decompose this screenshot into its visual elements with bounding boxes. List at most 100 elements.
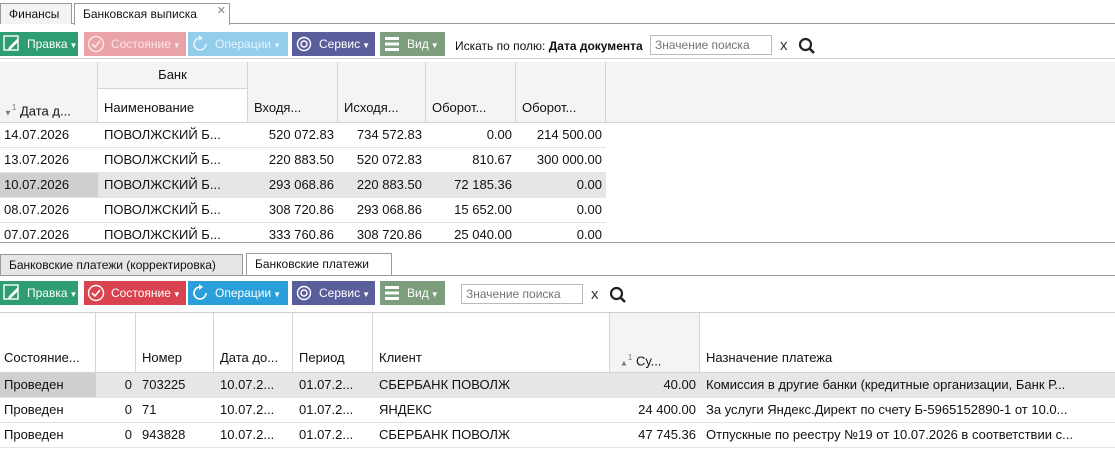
clear-search-button[interactable]: x [591, 286, 599, 303]
service-label: Сервис [319, 37, 361, 51]
table-row-selected[interactable]: Проведен 0 703225 10.07.2... 01.07.2... … [0, 373, 1115, 398]
cell-date: 10.07.2026 [0, 173, 98, 197]
cell-date: 14.07.2026 [4, 127, 70, 142]
check-circle-icon [87, 35, 105, 53]
view-label: Вид [407, 37, 429, 51]
column-header-doc-date[interactable]: Дата до... [214, 313, 293, 373]
cell-outgoing: 220 883.50 [356, 177, 422, 192]
cell-state: Проведен [4, 402, 64, 417]
table-row[interactable]: 13.07.2026 ПОВОЛЖСКИЙ Б... 220 883.50 52… [0, 148, 606, 173]
state-button[interactable]: Состояние ▼ [84, 281, 186, 305]
cell-doc-date: 10.07.2... [220, 402, 275, 417]
column-header-client[interactable]: Клиент [373, 313, 610, 373]
statement-grid: Банк ▼1 Дата д... Наименование Входя... … [0, 62, 1115, 243]
table-row[interactable]: 08.07.2026 ПОВОЛЖСКИЙ Б... 308 720.86 29… [0, 198, 606, 223]
tab-bank-payments-correction[interactable]: Банковские платежи (корректировка) [0, 254, 243, 275]
column-header-state[interactable]: Состояние... [0, 313, 96, 373]
tab-label: Банковские платежи [255, 257, 369, 271]
column-header-flag[interactable] [96, 313, 136, 373]
refresh-icon [193, 284, 207, 300]
cell-purpose: Комиссия в другие банки (кредитные орган… [706, 377, 1066, 392]
pencil-icon [3, 35, 19, 51]
toolbar-payments: Правка ▼ Состояние ▼ Операции ▼ Сервис ▼ Вид… [0, 278, 1115, 308]
cell-doc-date: 10.07.2... [220, 427, 275, 442]
clear-search-button[interactable]: x [780, 37, 788, 54]
cell-turnover-credit: 0.00 [576, 227, 602, 242]
edit-button[interactable]: Правка ▼ [0, 32, 78, 56]
operations-button[interactable]: Операции ▼ [188, 32, 288, 56]
search-input[interactable] [650, 35, 772, 55]
cell-client: СБЕРБАНК ПОВОЛЖ [379, 427, 510, 442]
operations-button[interactable]: Операции ▼ [188, 281, 288, 305]
tab-bank-payments[interactable]: Банковские платежи [246, 253, 392, 275]
tab-label: Банковская выписка [83, 7, 197, 21]
view-label: Вид [407, 286, 429, 300]
pencil-icon [3, 284, 19, 300]
search-input[interactable] [461, 284, 583, 304]
table-row[interactable]: Проведен 0 71 10.07.2... 01.07.2... ЯНДЕ… [0, 398, 1115, 423]
column-header-turnover-debit[interactable]: Оборот... [426, 89, 516, 123]
service-button[interactable]: Сервис ▼ [292, 32, 375, 56]
view-button[interactable]: Вид ▼ [380, 32, 445, 56]
cell-client: СБЕРБАНК ПОВОЛЖ [379, 377, 510, 392]
tab-label: Финансы [9, 7, 60, 21]
column-header-outgoing[interactable]: Исходя... [338, 89, 426, 123]
column-header-number[interactable]: Номер [136, 313, 214, 373]
column-header-label: Су... [636, 353, 662, 369]
sort-desc-icon: ▼ [4, 108, 12, 118]
header-group-bank: Банк [98, 62, 248, 89]
cell-outgoing: 308 720.86 [356, 227, 422, 242]
service-button[interactable]: Сервис ▼ [292, 281, 375, 305]
sort-asc-icon: ▲ [620, 358, 628, 368]
table-row[interactable]: 07.07.2026 ПОВОЛЖСКИЙ Б... 333 760.86 30… [0, 223, 606, 242]
gear-icon [296, 36, 312, 52]
cell-turnover-debit: 72 185.36 [454, 177, 512, 192]
cell-sum: 24 400.00 [638, 402, 696, 417]
close-icon[interactable]: ✕ [217, 4, 226, 18]
cell-date: 08.07.2026 [4, 202, 70, 217]
payments-grid: Состояние... Номер Дата до... Период Кли… [0, 312, 1115, 459]
cell-turnover-credit: 0.00 [576, 202, 602, 217]
cell-bank-name: ПОВОЛЖСКИЙ Б... [104, 177, 221, 192]
toolbar-statement: Правка ▼ Состояние ▼ Операции ▼ Сервис ▼ Вид… [0, 29, 1115, 59]
list-icon [385, 286, 399, 300]
cell-period: 01.07.2... [299, 377, 354, 392]
cell-state: Проведен [0, 373, 96, 397]
table-row[interactable]: 14.07.2026 ПОВОЛЖСКИЙ Б... 520 072.83 73… [0, 123, 606, 148]
tab-finance[interactable]: Финансы [0, 3, 72, 24]
column-header-period[interactable]: Период [293, 313, 373, 373]
cell-number: 943828 [142, 427, 186, 442]
cell-sum: 47 745.36 [638, 427, 696, 442]
cell-outgoing: 520 072.83 [356, 152, 422, 167]
column-header-sum[interactable]: ▲1 Су... [610, 313, 700, 373]
table-row-selected[interactable]: 10.07.2026 ПОВОЛЖСКИЙ Б... 293 068.86 22… [0, 173, 606, 198]
cell-date: 07.07.2026 [4, 227, 70, 242]
state-label: Состояние [111, 37, 171, 51]
column-header-incoming[interactable]: Входя... [248, 89, 338, 123]
cell-number: 71 [142, 402, 157, 417]
cell-incoming: 333 760.86 [268, 227, 334, 242]
column-header-date[interactable]: ▼1 Дата д... [0, 89, 98, 123]
edit-label: Правка [27, 37, 68, 51]
edit-button[interactable]: Правка ▼ [0, 281, 78, 305]
view-button[interactable]: Вид ▼ [380, 281, 445, 305]
state-button[interactable]: Состояние ▼ [84, 32, 186, 56]
cell-incoming: 308 720.86 [268, 202, 334, 217]
cell-state: Проведен [4, 427, 64, 442]
cell-outgoing: 734 572.83 [356, 127, 422, 142]
column-header-name[interactable]: Наименование [98, 89, 248, 123]
column-header-purpose[interactable]: Назначение платежа [700, 313, 1115, 373]
search-icon[interactable] [609, 286, 627, 304]
cell-flag: 0 [124, 377, 132, 392]
cell-incoming: 520 072.83 [268, 127, 334, 142]
cell-bank-name: ПОВОЛЖСКИЙ Б... [104, 127, 221, 142]
table-row[interactable]: Проведен 0 943828 10.07.2... 01.07.2... … [0, 423, 1115, 448]
search-field-selector[interactable]: Дата документа [549, 39, 643, 53]
column-header-turnover-credit[interactable]: Оборот... [516, 89, 606, 123]
tab-bank-statement[interactable]: Банковская выписка ✕ [74, 3, 230, 25]
search-icon[interactable] [798, 37, 816, 55]
cell-period: 01.07.2... [299, 427, 354, 442]
cell-client: ЯНДЕКС [379, 402, 433, 417]
cell-period: 01.07.2... [299, 402, 354, 417]
edit-label: Правка [27, 286, 68, 300]
